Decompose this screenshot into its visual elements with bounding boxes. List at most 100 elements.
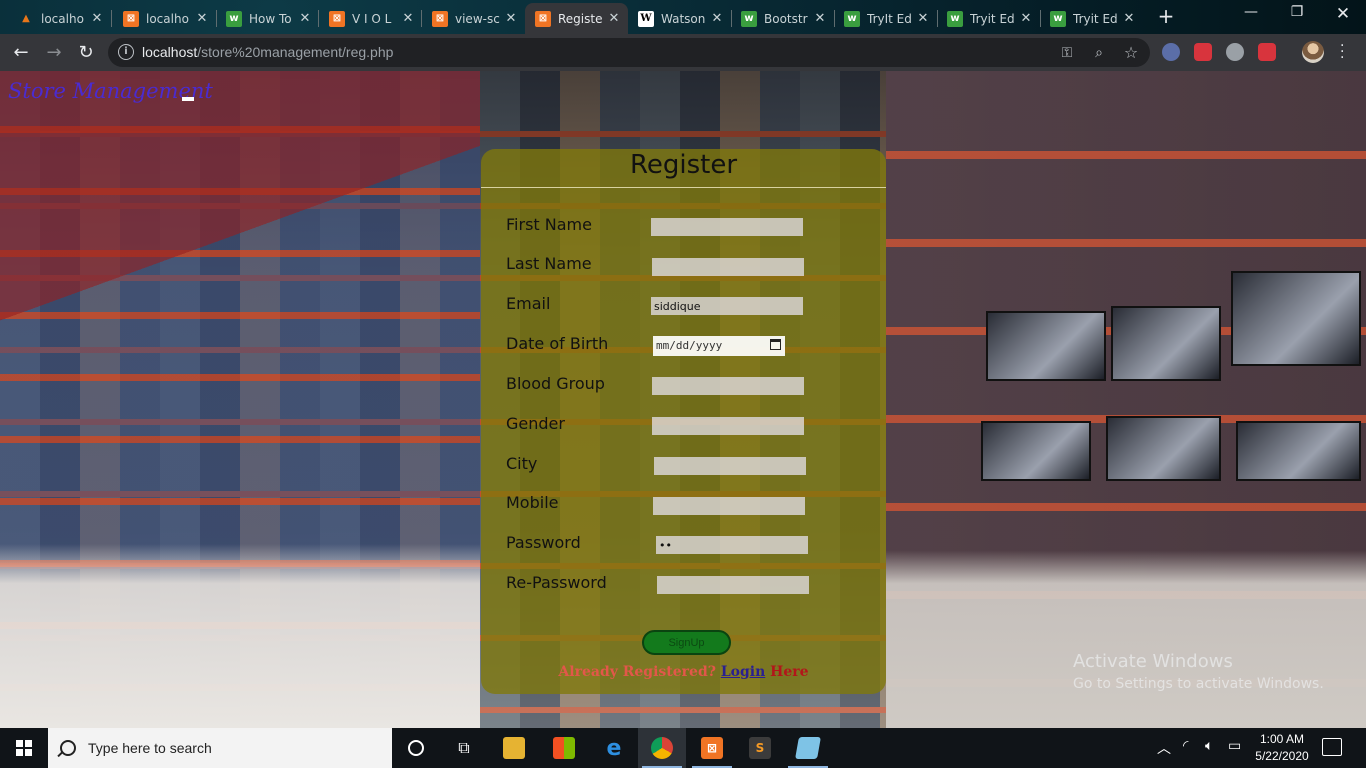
close-icon[interactable]: ✕: [400, 11, 416, 26]
tab-4[interactable]: ⊠ view-sc ✕: [422, 3, 525, 34]
city-label: City: [506, 454, 538, 473]
close-icon[interactable]: ✕: [297, 11, 313, 26]
city-field[interactable]: [654, 457, 806, 475]
signup-button[interactable]: SignUp: [642, 630, 731, 655]
sublime-icon: S: [749, 737, 771, 759]
file-explorer-button[interactable]: [490, 728, 538, 768]
close-icon[interactable]: ✕: [606, 11, 622, 26]
volume-icon[interactable]: 🔈︎: [1205, 738, 1213, 754]
mobile-field[interactable]: [653, 497, 805, 515]
windows-icon: [16, 740, 32, 756]
info-icon[interactable]: i: [118, 44, 134, 60]
tab-title: localho: [41, 11, 84, 26]
tab-title: V I O L: [352, 11, 392, 26]
close-icon[interactable]: ✕: [709, 11, 725, 26]
zoom-icon[interactable]: ⌕: [1090, 44, 1108, 62]
app-button[interactable]: [784, 728, 832, 768]
close-window-button[interactable]: ✕: [1320, 4, 1366, 24]
xampp-icon: ⊠: [701, 737, 723, 759]
close-icon[interactable]: ✕: [89, 11, 105, 26]
tab-0[interactable]: ▲ localho ✕: [8, 3, 111, 34]
back-button[interactable]: ←: [9, 41, 33, 65]
w3schools-icon: w: [844, 10, 860, 27]
tab-5-active[interactable]: ⊠ Registe ✕: [525, 3, 628, 34]
browser-toolbar: ← → ↻ i localhost/store%20management/reg…: [0, 34, 1366, 71]
folder-icon: [503, 737, 525, 759]
xampp-button[interactable]: ⊠: [688, 728, 736, 768]
dob-field[interactable]: mm/dd/yyyy: [653, 336, 785, 356]
close-icon[interactable]: ✕: [915, 11, 931, 26]
close-icon[interactable]: ✕: [503, 11, 519, 26]
first-name-label: First Name: [506, 215, 592, 234]
last-name-field[interactable]: [652, 258, 804, 276]
clock[interactable]: 1:00 AM 5/22/2020: [1250, 731, 1314, 765]
address-bar[interactable]: i localhost/store%20management/reg.php ⚿…: [108, 38, 1150, 67]
star-icon[interactable]: ☆: [1122, 44, 1140, 62]
calendar-icon[interactable]: [770, 339, 781, 350]
dob-label: Date of Birth: [506, 334, 609, 353]
re-password-field[interactable]: [657, 576, 809, 594]
tab-1[interactable]: ⊠ localho ✕: [113, 3, 216, 34]
extension-bike-icon[interactable]: [1226, 43, 1244, 61]
minimize-button[interactable]: —: [1228, 4, 1274, 20]
tab-9[interactable]: w Tryit Ed ✕: [937, 3, 1040, 34]
pocket-icon[interactable]: [1194, 43, 1212, 61]
profile-avatar[interactable]: [1302, 41, 1324, 63]
password-field[interactable]: [656, 536, 808, 554]
edge-button[interactable]: e: [590, 728, 638, 768]
blood-group-field[interactable]: [652, 377, 804, 395]
forward-button[interactable]: →: [42, 41, 66, 65]
chevron-up-icon[interactable]: ︿: [1157, 738, 1171, 758]
tab-title: Registe: [558, 11, 603, 26]
reload-button[interactable]: ↻: [74, 41, 98, 65]
store-shelves-right: [886, 71, 1366, 728]
email-label: Email: [506, 294, 551, 313]
chrome-button[interactable]: [638, 728, 686, 768]
gender-label: Gender: [506, 414, 565, 433]
tab-10[interactable]: w Tryit Ed ✕: [1040, 3, 1143, 34]
close-icon[interactable]: ✕: [1121, 11, 1137, 26]
tab-6[interactable]: W Watson ✕: [628, 3, 731, 34]
w3schools-icon: w: [741, 10, 757, 27]
restore-button[interactable]: ❐: [1274, 4, 1320, 20]
cortana-icon: [408, 740, 424, 756]
taskbar-search[interactable]: Type here to search: [48, 728, 392, 768]
login-link[interactable]: Login: [721, 664, 765, 680]
wifi-icon[interactable]: ◜: [1183, 738, 1188, 754]
key-icon[interactable]: ⚿: [1058, 44, 1076, 62]
sublime-button[interactable]: S: [736, 728, 784, 768]
menu-icon[interactable]: · · ·: [1340, 39, 1344, 65]
store-shelves-left: [0, 71, 480, 728]
here-link[interactable]: Here: [770, 664, 808, 680]
battery-icon[interactable]: ▭: [1228, 738, 1241, 754]
tab-title: view-sc: [455, 11, 500, 26]
gender-field[interactable]: [652, 417, 804, 435]
tab-strip: ▲ localho ✕ ⊠ localho ✕ w How To ✕ ⊠ V I…: [0, 0, 1366, 34]
extension-play-icon[interactable]: [1258, 43, 1276, 61]
w3schools-icon: w: [226, 10, 242, 27]
close-icon[interactable]: ✕: [812, 11, 828, 26]
first-name-field[interactable]: [651, 218, 803, 236]
close-icon[interactable]: ✕: [1018, 11, 1034, 26]
mobile-label: Mobile: [506, 493, 559, 512]
task-view-button[interactable]: ⧉: [440, 728, 488, 768]
cortana-button[interactable]: [392, 728, 440, 768]
activate-windows-watermark: Activate Windows Go to Settings to activ…: [1073, 651, 1324, 692]
tab-2[interactable]: w How To ✕: [216, 3, 319, 34]
tab-7[interactable]: w Bootstr ✕: [731, 3, 834, 34]
close-icon[interactable]: ✕: [194, 11, 210, 26]
tab-3[interactable]: ⊠ V I O L ✕: [319, 3, 422, 34]
extension-cursor-icon[interactable]: [1162, 43, 1180, 61]
tab-title: Tryit Ed: [970, 11, 1015, 26]
email-field[interactable]: [651, 297, 803, 315]
store-button[interactable]: [540, 728, 588, 768]
re-password-label: Re-Password: [506, 573, 607, 592]
xampp-icon: ⊠: [535, 10, 551, 27]
w3schools-icon: w: [947, 10, 963, 27]
new-tab-button[interactable]: +: [1156, 6, 1176, 26]
start-button[interactable]: [0, 728, 48, 768]
tab-title: Bootstr: [764, 11, 808, 26]
clock-time: 1:00 AM: [1259, 732, 1305, 746]
tab-8[interactable]: w TryIt Ed ✕: [834, 3, 937, 34]
notification-icon[interactable]: [1322, 738, 1342, 756]
